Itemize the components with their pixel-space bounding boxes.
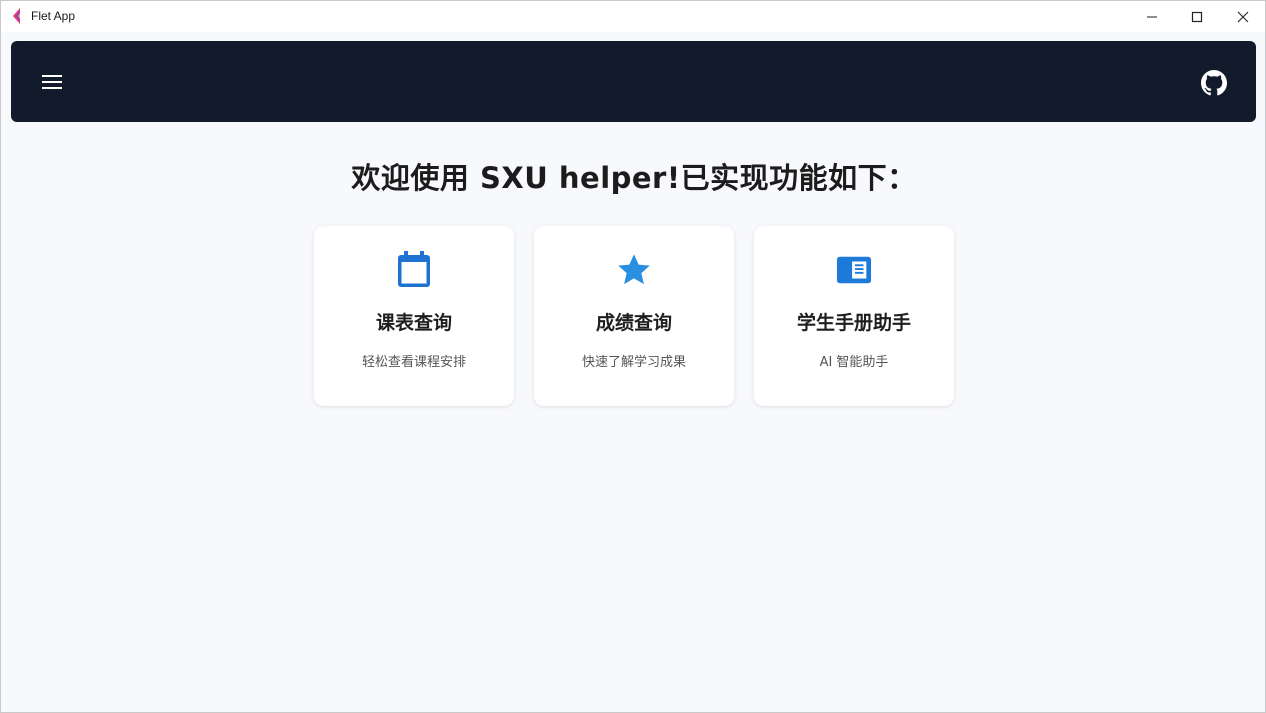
card-description: 轻松查看课程安排 — [361, 355, 466, 370]
maximize-button[interactable] — [1174, 1, 1220, 32]
feature-card-schedule[interactable]: 课表查询 轻松查看课程安排 — [314, 226, 514, 406]
menu-icon — [42, 75, 62, 89]
menu-button[interactable] — [37, 67, 67, 97]
minimize-icon — [1147, 16, 1157, 17]
maximize-icon — [1191, 11, 1203, 22]
welcome-headline: 欢迎使用 SXU helper!已实现功能如下： — [351, 161, 917, 195]
title-bar[interactable]: Flet App — [1, 1, 1265, 32]
flet-logo-icon — [13, 8, 20, 24]
github-button[interactable] — [1199, 68, 1229, 98]
card-title: 学生手册助手 — [796, 312, 911, 334]
feature-card-grades[interactable]: 成绩查询 快速了解学习成果 — [534, 226, 734, 406]
app-bar — [11, 41, 1256, 122]
star-icon — [616, 252, 652, 288]
github-icon — [1201, 70, 1227, 96]
app-window: Flet App 欢迎使用 SXU helper!已实现功能如下： 课表查询 轻… — [0, 0, 1266, 713]
minimize-button[interactable] — [1129, 1, 1175, 32]
window-title: Flet App — [31, 9, 76, 23]
card-description: AI 智能助手 — [819, 355, 889, 370]
book-icon — [836, 252, 872, 288]
close-icon — [1237, 11, 1249, 22]
calendar-icon — [396, 251, 432, 288]
feature-card-handbook[interactable]: 学生手册助手 AI 智能助手 — [754, 226, 954, 406]
card-title: 成绩查询 — [595, 312, 672, 334]
close-button[interactable] — [1220, 1, 1266, 32]
card-title: 课表查询 — [375, 312, 452, 334]
card-description: 快速了解学习成果 — [581, 355, 686, 370]
